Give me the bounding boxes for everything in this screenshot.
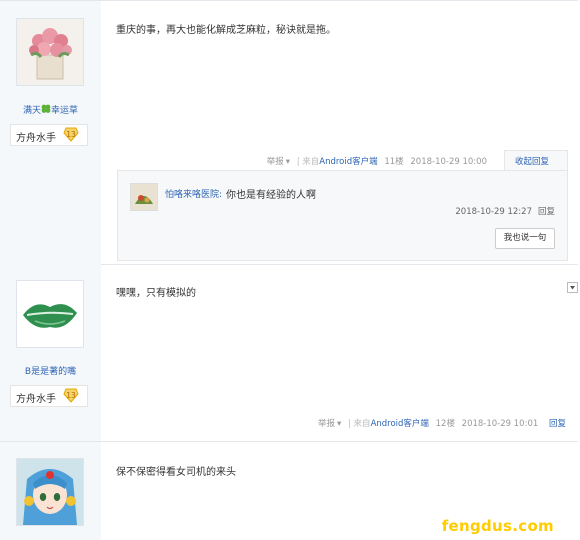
collapse-reply-label[interactable]: 收起回复 xyxy=(515,155,549,167)
badge-title: 方舟水手 xyxy=(16,394,56,405)
avatar[interactable] xyxy=(16,280,84,348)
post-content: 重庆的事，再大也能化解成芝麻粒，秘诀就是拖。 xyxy=(116,25,336,36)
post-time: 2018-10-29 10:00 xyxy=(410,157,487,167)
watermark: fengdus.com xyxy=(441,517,554,535)
post-tail: 举报 ▾ | 来自Android客户端 11楼 2018-10-29 10:00 xyxy=(263,155,487,167)
avatar[interactable] xyxy=(16,18,84,86)
report-link[interactable]: 举报 xyxy=(318,419,335,429)
level-badge-icon: 13 xyxy=(63,388,79,403)
green-lips-avatar-image xyxy=(17,281,83,347)
avatar[interactable] xyxy=(16,458,84,526)
reply-link[interactable]: 回复 xyxy=(549,419,566,429)
client-source-link[interactable]: Android客户端 xyxy=(319,157,377,167)
report-link[interactable]: 举报 xyxy=(267,157,284,167)
username-text[interactable]: 满天 xyxy=(23,106,41,116)
floor-number: 11楼 xyxy=(384,157,404,167)
level-badge-icon: 13 xyxy=(63,127,79,142)
post-content: 保不保密得看女司机的来头 xyxy=(116,467,236,478)
username[interactable]: B是是著的嘴 xyxy=(0,364,101,377)
sub-reply-time: 2018-10-29 12:27 xyxy=(455,207,532,217)
sub-reply-username[interactable]: 怕咯来咯医院: xyxy=(165,187,222,200)
from-label: | 来自 xyxy=(347,419,371,429)
report-dropdown-icon[interactable]: ▾ xyxy=(286,157,290,167)
author-sidebar: 满天 幸运草 方舟水手 13 xyxy=(0,1,101,264)
post-content: 嘿嘿，只有模拟的 xyxy=(116,288,196,299)
collapse-reply-tab[interactable]: 收起回复 xyxy=(504,150,568,172)
post-time: 2018-10-29 10:01 xyxy=(461,419,539,429)
clover-icon xyxy=(41,104,51,113)
post-floor-11: 满天 幸运草 方舟水手 13 重庆的事，再大也能化解成芝麻粒，秘诀就是拖。 举报 ▾… xyxy=(0,0,578,265)
chevron-down-icon xyxy=(570,286,575,290)
level-number: 13 xyxy=(66,130,76,139)
anime-girl-avatar-image xyxy=(17,459,83,525)
flower-pot-avatar-image xyxy=(17,19,83,85)
post-floor-12: B是是著的嘴 方舟水手 13 嘿嘿，只有模拟的 举报 ▾ | 来自Android客… xyxy=(0,264,578,442)
author-sidebar: B是是著的嘴 方舟水手 13 xyxy=(0,264,101,441)
from-label: | 来自 xyxy=(296,157,320,167)
author-sidebar xyxy=(0,442,101,540)
food-avatar-image xyxy=(131,184,157,210)
floor-number: 12楼 xyxy=(435,419,455,429)
badge-title: 方舟水手 xyxy=(16,133,56,144)
post-menu-toggle[interactable] xyxy=(567,282,578,293)
level-number: 13 xyxy=(66,391,76,400)
sub-reply-text: 你也是有经验的人啊 xyxy=(226,190,316,201)
sub-reply-meta: 2018-10-29 12:27 回复 xyxy=(455,205,555,217)
member-badge[interactable]: 方舟水手 13 xyxy=(10,124,88,146)
member-badge[interactable]: 方舟水手 13 xyxy=(10,385,88,407)
username-suffix[interactable]: 幸运草 xyxy=(51,106,78,116)
client-source-link[interactable]: Android客户端 xyxy=(371,419,429,429)
add-comment-button[interactable]: 我也说一句 xyxy=(495,228,555,249)
post-tail: 举报 ▾ | 来自Android客户端 12楼 2018-10-29 10:01 … xyxy=(314,417,566,429)
sub-reply-reply-link[interactable]: 回复 xyxy=(538,207,555,217)
sub-reply-avatar[interactable] xyxy=(130,183,158,211)
username[interactable]: 满天 幸运草 xyxy=(0,103,101,116)
report-dropdown-icon[interactable]: ▾ xyxy=(337,419,341,429)
sub-reply-panel: 怕咯来咯医院: 你也是有经验的人啊 2018-10-29 12:27 回复 我也说… xyxy=(117,170,568,261)
